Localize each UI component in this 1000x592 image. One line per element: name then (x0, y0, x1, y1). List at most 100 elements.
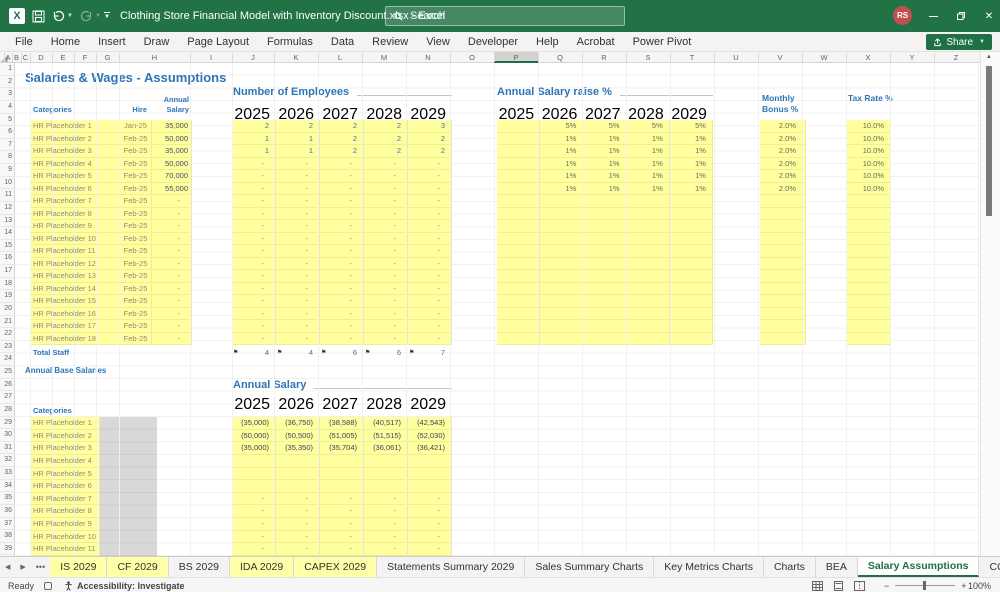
data-cell[interactable]: 5% (669, 120, 713, 133)
avatar[interactable]: RS (893, 6, 912, 25)
row-header-12[interactable]: 12 (0, 202, 15, 215)
table-row[interactable]: HR Placeholder 1 Jan-25 35,000 (30, 120, 192, 133)
table-row[interactable] (760, 257, 806, 270)
data-cell[interactable]: - (276, 505, 320, 518)
staff-hire-cell[interactable]: Feb-25 (120, 157, 152, 170)
category-cell[interactable]: HR Placeholder 3 (30, 442, 100, 455)
column-header-F[interactable]: F (74, 52, 96, 63)
data-cell[interactable] (232, 454, 276, 468)
data-cell[interactable]: - (364, 282, 408, 295)
table-row[interactable]: HR Placeholder 11 (30, 543, 100, 556)
table-row[interactable] (497, 220, 713, 233)
staff-name-cell[interactable]: HR Placeholder 18 (30, 332, 120, 345)
table-row[interactable]: ----- (232, 257, 452, 270)
data-cell[interactable]: 1% (540, 132, 584, 145)
column-header-W[interactable]: W (802, 52, 846, 63)
table-row[interactable] (846, 295, 891, 308)
data-cell[interactable]: - (408, 530, 452, 544)
data-cell[interactable]: 2 (408, 145, 452, 158)
data-cell[interactable]: 1% (669, 157, 713, 170)
table-row[interactable]: HR Placeholder 3 (30, 442, 100, 455)
column-header-Y[interactable]: Y (890, 52, 934, 63)
data-cell[interactable]: (35,704) (320, 442, 364, 455)
data-cell[interactable] (583, 245, 627, 258)
data-cell[interactable]: - (408, 182, 452, 195)
table-row[interactable]: 2.0% (760, 145, 806, 158)
data-cell[interactable] (540, 220, 584, 233)
data-cell[interactable]: - (408, 307, 452, 320)
column-header-B[interactable]: B (12, 52, 21, 63)
data-cell[interactable]: - (232, 543, 276, 556)
staff-hire-cell[interactable]: Feb-25 (120, 270, 152, 283)
data-cell[interactable]: 2 (276, 120, 320, 133)
table-row[interactable]: ----- (232, 543, 452, 556)
column-header-T[interactable]: T (670, 52, 714, 63)
staff-hire-cell[interactable]: Feb-25 (120, 182, 152, 195)
data-cell[interactable]: 1 (232, 145, 276, 158)
column-header-U[interactable]: U (714, 52, 758, 63)
table-row[interactable]: HR Placeholder 5 Feb-25 70,000 (30, 170, 192, 183)
staff-salary-cell[interactable]: - (152, 195, 192, 208)
data-cell[interactable]: - (364, 207, 408, 220)
data-cell[interactable] (583, 257, 627, 270)
data-cell[interactable] (540, 307, 584, 320)
search-input[interactable]: Search (385, 6, 625, 26)
bonus-column[interactable]: 2.0% 2.0% 2.0% 2.0% 2.0% 2.0% (760, 120, 806, 345)
data-cell[interactable]: - (408, 207, 452, 220)
sheet-tab-charts[interactable]: Charts (764, 557, 816, 577)
table-row[interactable]: HR Placeholder 16 Feb-25- (30, 307, 192, 320)
table-row[interactable]: HR Placeholder 14 Feb-25- (30, 282, 192, 295)
data-cell[interactable] (626, 220, 670, 233)
data-cell[interactable]: - (364, 232, 408, 245)
zoom-slider-thumb[interactable] (923, 581, 927, 590)
table-row[interactable] (846, 307, 891, 320)
data-cell[interactable]: - (364, 270, 408, 283)
staff-hire-cell[interactable]: Feb-25 (120, 295, 152, 308)
data-cell[interactable] (669, 257, 713, 270)
data-cell[interactable] (364, 454, 408, 468)
sheet-tab-sales-summary-charts[interactable]: Sales Summary Charts (525, 557, 655, 577)
column-header-P[interactable]: P (494, 52, 538, 63)
staff-salary-cell[interactable]: 55,000 (152, 182, 192, 195)
table-row[interactable]: 5% 5% 5% 5% (497, 120, 713, 133)
data-cell[interactable]: - (276, 492, 320, 506)
data-cell[interactable]: 1% (583, 132, 627, 145)
column-header-X[interactable]: X (846, 52, 890, 63)
data-cell[interactable]: 1% (540, 145, 584, 158)
data-cell[interactable]: - (408, 220, 452, 233)
data-cell[interactable] (626, 270, 670, 283)
staff-salary-cell[interactable]: - (152, 207, 192, 220)
table-row[interactable]: ----- (232, 307, 452, 320)
data-cell[interactable]: - (364, 530, 408, 544)
data-cell[interactable] (760, 220, 806, 233)
staff-hire-cell[interactable]: Feb-25 (120, 170, 152, 183)
table-row[interactable] (760, 207, 806, 220)
data-cell[interactable]: - (276, 282, 320, 295)
row-header-15[interactable]: 15 (0, 240, 15, 253)
data-cell[interactable]: - (276, 232, 320, 245)
column-header-V[interactable]: V (758, 52, 802, 63)
data-cell[interactable]: 2 (364, 120, 408, 133)
data-cell[interactable] (669, 332, 713, 345)
page-break-view-button[interactable] (854, 580, 865, 591)
row-headers[interactable]: 1 2 3 4 5 6 7 8 9 10 11 12 13 14 15 16 17 18 19 20 21 22 23 24 2… (0, 63, 15, 556)
table-row[interactable]: ----- (232, 270, 452, 283)
data-cell[interactable]: - (276, 170, 320, 183)
data-cell[interactable]: 2.0% (760, 170, 806, 183)
data-cell[interactable]: - (276, 518, 320, 531)
data-cell[interactable] (760, 245, 806, 258)
data-cell[interactable] (497, 220, 541, 233)
data-cell[interactable]: (36,421) (408, 442, 452, 455)
normal-view-button[interactable] (812, 580, 823, 591)
column-header-E[interactable]: E (52, 52, 74, 63)
data-cell[interactable]: - (320, 332, 364, 345)
table-row[interactable] (760, 332, 806, 345)
category-cell[interactable]: HR Placeholder 9 (30, 518, 100, 531)
data-cell[interactable]: - (232, 282, 276, 295)
table-row[interactable] (760, 295, 806, 308)
data-cell[interactable]: 2 (364, 132, 408, 145)
data-cell[interactable]: 1% (583, 170, 627, 183)
staff-salary-cell[interactable]: - (152, 220, 192, 233)
sheet-grid[interactable]: Salaries & Wages - Assumptions Categorie… (15, 63, 980, 556)
data-cell[interactable] (846, 320, 891, 333)
